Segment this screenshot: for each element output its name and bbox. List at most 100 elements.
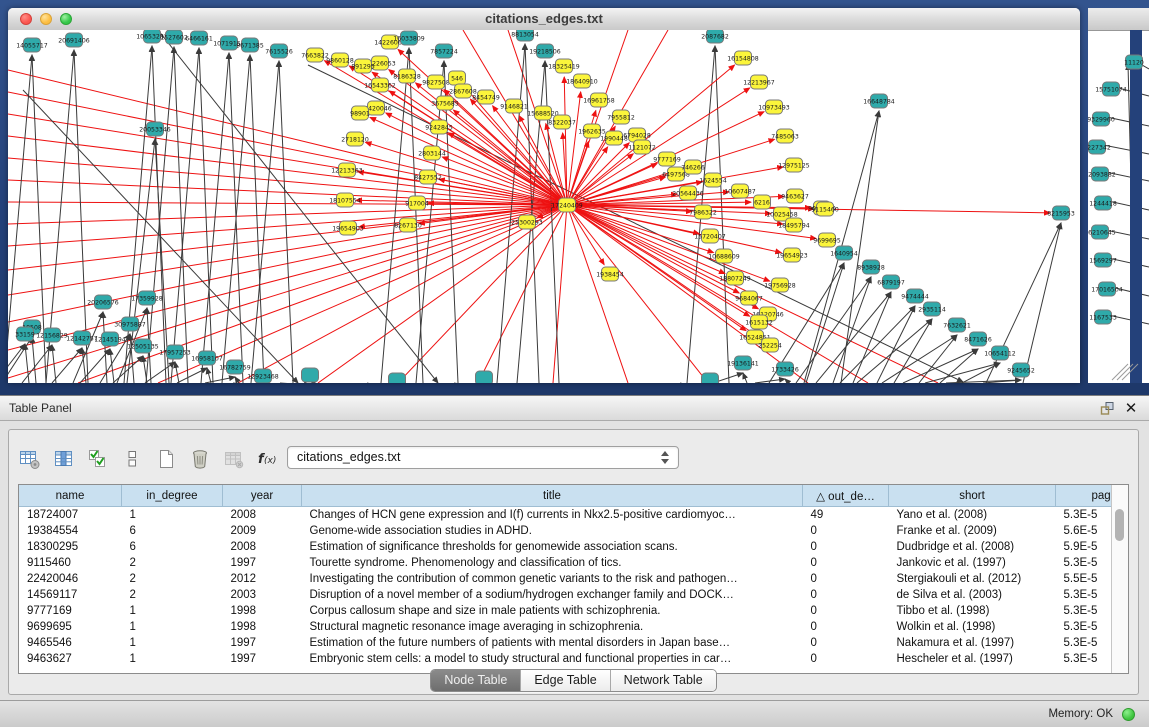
tab-edge-table[interactable]: Edge Table [521, 670, 610, 691]
graph-node[interactable]: 20691406 [58, 33, 90, 47]
table-cell[interactable]: 9115460 [19, 555, 122, 571]
scrollbar-thumb[interactable] [1115, 509, 1124, 541]
function-builder-icon[interactable]: f(x) [257, 448, 279, 470]
table-cell[interactable]: 6 [122, 539, 223, 555]
table-mode-icon[interactable] [19, 448, 41, 470]
graph-node[interactable]: 12145194 [94, 332, 126, 346]
table-row[interactable]: 911546021997Tourette syndrome. Phenomeno… [19, 555, 1129, 571]
table-select-dropdown[interactable]: citations_edges.txt [287, 446, 679, 469]
graph-node[interactable]: 6216 [754, 195, 771, 209]
create-column-icon[interactable] [155, 448, 177, 470]
graph-node[interactable]: 8267130 [394, 218, 422, 232]
window-titlebar[interactable]: citations_edges.txt [8, 8, 1080, 31]
table-cell[interactable]: 1997 [223, 555, 302, 571]
graph-node[interactable]: 917004 [405, 196, 429, 210]
graph-node[interactable]: 7955812 [607, 110, 635, 124]
graph-node[interactable]: 19136141 [727, 356, 759, 370]
table-cell[interactable]: 9699695 [19, 619, 122, 635]
graph-node[interactable]: 1569297 [1089, 253, 1117, 267]
table-row[interactable]: 1456911722003Disruption of a novel membe… [19, 587, 1129, 603]
graph-node[interactable]: 1938454 [596, 267, 624, 281]
import-table-icon[interactable] [223, 448, 245, 470]
graph-node[interactable] [476, 371, 493, 383]
graph-node[interactable]: 9860128 [326, 53, 354, 67]
table-row[interactable]: 946362711997Embryonic stem cells: a mode… [19, 651, 1129, 667]
table-row[interactable]: 2242004622012Investigating the contribut… [19, 571, 1129, 587]
graph-node[interactable]: 14055717 [16, 38, 48, 52]
graph-node[interactable]: 9699695 [813, 233, 841, 247]
table-cell[interactable]: Changes of HCN gene expression and I(f) … [302, 507, 803, 524]
table-cell[interactable]: 2003 [223, 587, 302, 603]
table-cell[interactable]: Tibbo et al. (1998) [889, 603, 1056, 619]
graph-node[interactable]: 746266 [681, 160, 705, 174]
graph-node[interactable]: 98901 [350, 106, 370, 120]
graph-node[interactable]: 15751074 [1095, 82, 1127, 96]
column-header-title[interactable]: title [302, 485, 803, 507]
graph-node[interactable]: 9684067 [735, 291, 763, 305]
graph-node[interactable]: 20564436 [672, 186, 704, 200]
column-header-out_de[interactable]: △ out_de… [803, 485, 889, 507]
table-cell[interactable]: 1997 [223, 651, 302, 667]
table-cell[interactable]: Dudbridge et al. (2008) [889, 539, 1056, 555]
graph-node[interactable]: 20206576 [87, 295, 119, 309]
graph-node[interactable]: 3675685 [431, 96, 459, 110]
graph-node[interactable]: 1527602 [160, 30, 188, 44]
graph-node[interactable]: 18640910 [566, 74, 598, 88]
select-all-icon[interactable] [87, 448, 109, 470]
table-cell[interactable]: Genome-wide association studies in ADHD. [302, 523, 803, 539]
tab-network-table[interactable]: Network Table [611, 670, 716, 691]
graph-node[interactable]: 9329960 [1088, 112, 1115, 126]
graph-node[interactable]: 9245652 [1007, 363, 1035, 377]
table-vertical-scrollbar[interactable] [1111, 485, 1128, 673]
table-cell[interactable]: 14569117 [19, 587, 122, 603]
table-cell[interactable]: 0 [803, 539, 889, 555]
citation-graph[interactable]: 1422606313226053891295818632898275085461… [8, 30, 1080, 383]
table-cell[interactable]: 2 [122, 555, 223, 571]
table-cell[interactable]: 0 [803, 635, 889, 651]
table-cell[interactable]: Hescheler et al. (1997) [889, 651, 1056, 667]
table-cell[interactable]: Estimation of significance thresholds fo… [302, 539, 803, 555]
graph-node[interactable]: 6879197 [877, 275, 905, 289]
column-header-short[interactable]: short [889, 485, 1056, 507]
column-header-in_degree[interactable]: in_degree [122, 485, 223, 507]
graph-node[interactable]: 19654903 [332, 221, 364, 235]
graph-node[interactable] [302, 368, 319, 382]
graph-node[interactable]: 9227342 [1088, 140, 1111, 154]
table-cell[interactable]: 1998 [223, 619, 302, 635]
table-cell[interactable]: 9465546 [19, 635, 122, 651]
table-cell[interactable]: 6 [122, 523, 223, 539]
row-height-icon[interactable] [121, 448, 143, 470]
graph-node[interactable]: 12975125 [778, 158, 810, 172]
graph-node[interactable]: 9242845 [425, 120, 453, 134]
table-cell[interactable]: Embryonic stem cells: a model to study s… [302, 651, 803, 667]
graph-node[interactable]: 12093882 [1088, 167, 1116, 181]
graph-node[interactable]: 9777169 [653, 152, 681, 166]
table-row[interactable]: 1938455462009Genome-wide association stu… [19, 523, 1129, 539]
table-cell[interactable]: 49 [803, 507, 889, 524]
graph-node[interactable]: 1167533 [1089, 310, 1117, 324]
table-cell[interactable]: Franke et al. (2009) [889, 523, 1056, 539]
table-cell[interactable]: Jankovic et al. (1997) [889, 555, 1056, 571]
table-cell[interactable]: 2008 [223, 507, 302, 524]
table-cell[interactable]: 19384554 [19, 523, 122, 539]
table-row[interactable]: 977716911998Corpus callosum shape and si… [19, 603, 1129, 619]
table-row[interactable]: 1830029562008Estimation of significance … [19, 539, 1129, 555]
network-canvas[interactable]: 1422606313226053891295818632898275085461… [8, 30, 1080, 383]
graph-node[interactable] [389, 373, 406, 383]
table-cell[interactable]: 1 [122, 635, 223, 651]
table-cell[interactable]: 18724007 [19, 507, 122, 524]
graph-node[interactable]: 7615526 [265, 44, 293, 58]
graph-node[interactable]: 33159 [15, 327, 35, 341]
graph-node[interactable]: 17016504 [1091, 282, 1123, 296]
graph-node[interactable]: 12142757 [66, 331, 98, 345]
table-row[interactable]: 969969511998Structural magnetic resonanc… [19, 619, 1129, 635]
graph-node[interactable]: 7857224 [430, 44, 458, 58]
table-cell[interactable]: Yano et al. (2008) [889, 507, 1056, 524]
table-cell[interactable]: Structural magnetic resonance image aver… [302, 619, 803, 635]
column-header-year[interactable]: year [223, 485, 302, 507]
graph-node[interactable]: 16210645 [1088, 225, 1116, 239]
table-cell[interactable]: 0 [803, 555, 889, 571]
table-cell[interactable]: Investigating the contribution of common… [302, 571, 803, 587]
table-cell[interactable]: 0 [803, 587, 889, 603]
table-cell[interactable]: 0 [803, 603, 889, 619]
